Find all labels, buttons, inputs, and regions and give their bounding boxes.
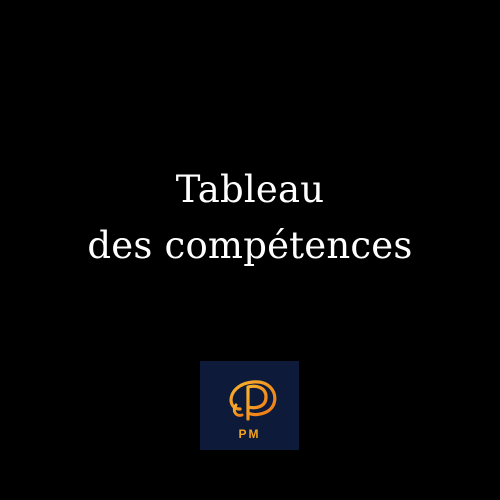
pm-logo: PM xyxy=(200,361,299,450)
pm-logo-mark: PM xyxy=(229,380,277,441)
page-title: Tableau des compétences xyxy=(0,162,500,274)
title-line-1: Tableau xyxy=(175,168,325,211)
logo-text: PM xyxy=(239,427,261,441)
title-line-2: des compétences xyxy=(87,224,413,267)
slide-canvas: Tableau des compétences PM xyxy=(0,0,500,500)
